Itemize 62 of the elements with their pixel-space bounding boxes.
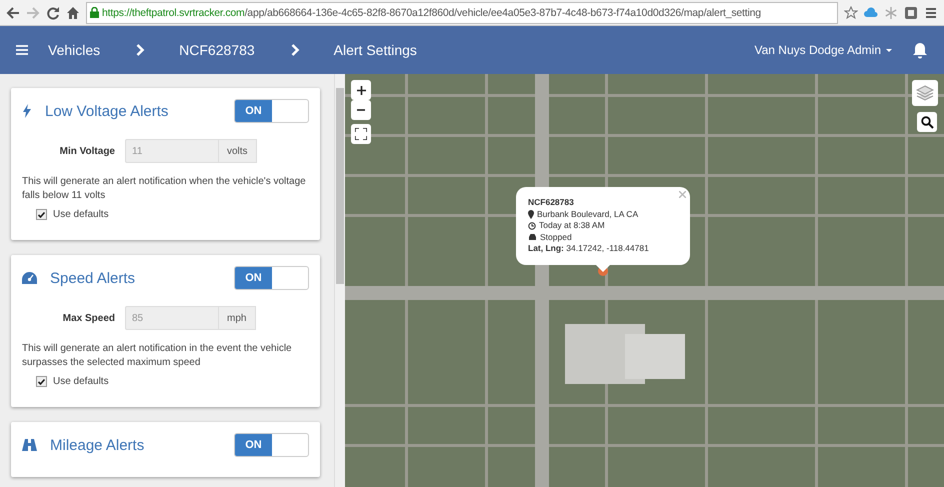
fullscreen-button[interactable] [351,124,371,144]
checkbox-label: Use defaults [53,376,109,387]
speedometer-icon [22,272,37,284]
on-off-toggle[interactable]: ON [234,99,309,123]
address-bar[interactable]: https://theftpatrol.svrtracker.com/app/ab668664-136e-4c65-82f8-8670a12f860d/vehicle/ee4a05e3-87b7-4c48-b673-f74a10d0d326/map/alert_setting [86,2,838,24]
minus-icon [357,109,365,111]
alert-title: Speed Alerts [50,270,136,286]
scrollbar[interactable] [334,74,345,487]
lock-icon [90,7,99,18]
extension-icon[interactable] [904,6,918,20]
coordinates-text: Lat, Lng: 34.17242, -118.44781 [528,243,650,254]
check-icon [38,378,45,384]
layers-button[interactable] [912,80,938,106]
use-defaults-checkbox[interactable]: Use defaults [36,209,309,220]
cloud-icon[interactable] [864,6,878,20]
alert-title: Mileage Alerts [50,436,144,454]
breadcrumb-link[interactable]: Vehicles [48,42,100,58]
on-off-toggle[interactable]: ON [234,433,309,457]
reload-icon[interactable] [46,6,60,20]
checkbox-label: Use defaults [53,209,109,220]
caret-icon [886,48,892,52]
chevron-right-icon [290,44,300,56]
lightning-icon [22,104,32,118]
fullscreen-icon [355,128,367,140]
search-icon [920,116,934,128]
use-defaults-checkbox[interactable]: Use defaults [36,376,309,387]
layers-icon [916,85,934,101]
binoculars-icon [22,439,37,451]
check-icon [38,212,45,218]
car-icon [528,233,537,242]
clock-icon [528,222,536,230]
breadcrumb-link[interactable]: Alert Settings [334,42,417,58]
user-menu[interactable]: Van Nuys Dodge Admin [754,43,892,57]
zoom-in-button[interactable] [351,80,371,100]
time-text: Today at 8:38 AM [539,220,605,232]
menu-icon[interactable] [924,6,938,20]
checkbox[interactable] [36,209,47,220]
alert-description: This will generate an alert notification in the event the vehicle surpasses the selected maximum speed [22,342,293,370]
plus-icon [356,86,366,94]
aerial-map-drawing[interactable] [345,74,944,487]
search-button[interactable] [917,112,937,132]
home-icon[interactable] [66,6,80,20]
breadcrumb-link[interactable]: NCF628783 [179,42,255,58]
menu-icon[interactable] [16,45,28,55]
vehicle-name: NCF628783 [528,197,575,208]
star-icon[interactable] [844,6,858,20]
on-off-toggle[interactable]: ON [234,266,309,290]
status-text: Stopped [540,232,572,243]
field-label: Max Speed [62,312,116,324]
chevron-right-icon [136,44,146,56]
checkbox[interactable] [36,376,47,387]
map-pin-icon [528,210,534,219]
field-label: Min Voltage [58,146,116,156]
bell-icon[interactable] [912,42,928,58]
unit-label: volts [219,139,257,163]
url-text: https://theftpatrol.svrtracker.com/app/ab668664-136e-4c65-82f8-8670a12f860d/vehicle/ee4a05e3-87b7-4c48-b673-f74a10d0d326/map/alert_setting [102,6,761,18]
back-arrow-icon[interactable] [6,6,20,20]
alert-description: This will generate an alert notification when the vehicle's voltage falls below 11 volts [22,175,307,203]
alert-title: Low Voltage Alerts [45,102,168,120]
unit-label: mph [219,306,256,330]
address-text: Burbank Boulevard, LA CA [537,208,638,220]
zoom-out-button[interactable] [351,100,371,120]
